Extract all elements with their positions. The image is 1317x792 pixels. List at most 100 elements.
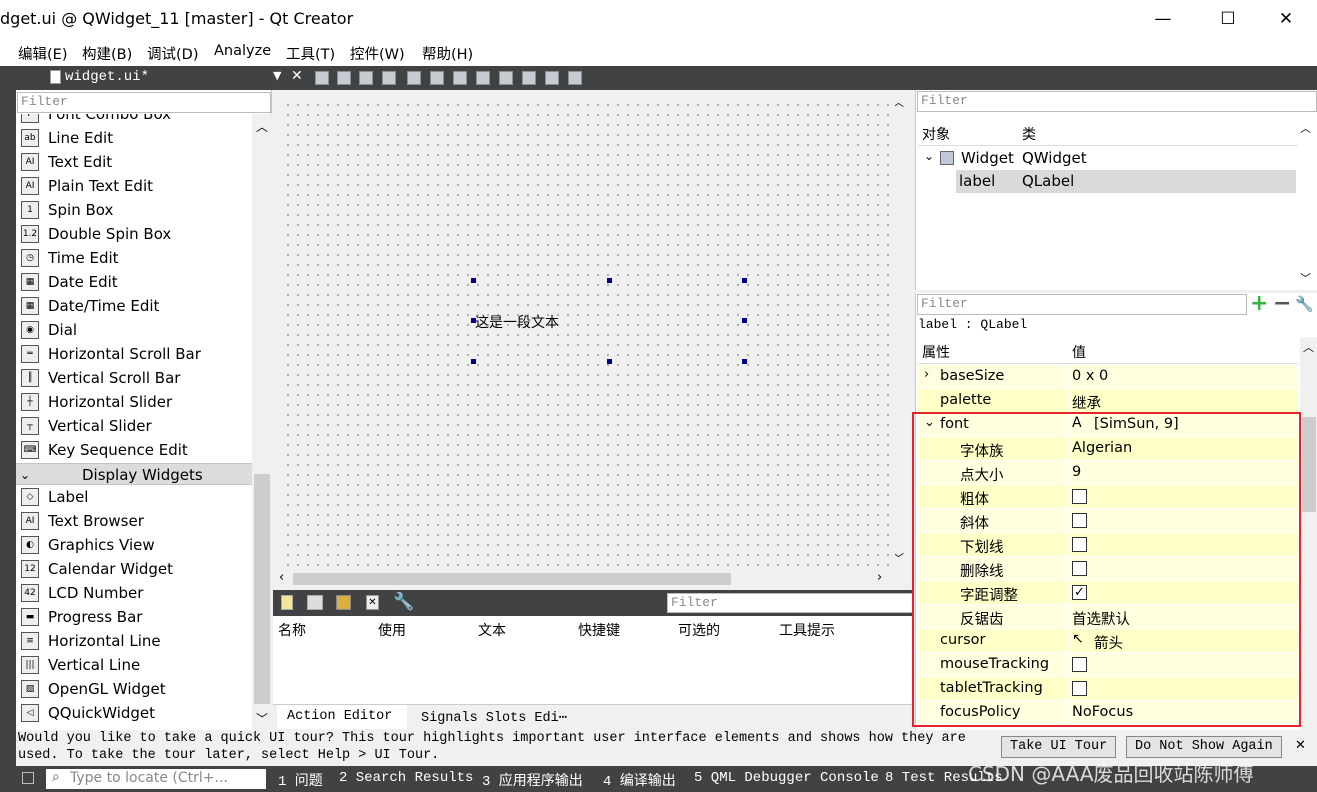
chevron-down-icon[interactable]: ⌄ xyxy=(924,149,934,163)
resize-handle[interactable] xyxy=(471,318,476,323)
resize-handle[interactable] xyxy=(471,359,476,364)
menu-help[interactable]: 帮助(H) xyxy=(422,43,473,64)
widget-item[interactable]: ◐ Graphics View xyxy=(20,533,252,557)
widget-item[interactable]: 1 Spin Box xyxy=(20,198,252,222)
scroll-right-icon[interactable]: › xyxy=(877,570,882,585)
wrench-icon[interactable]: 🔧 xyxy=(393,592,414,612)
widget-item[interactable]: AI Plain Text Edit xyxy=(20,174,252,198)
object-row-widget[interactable]: ⌄ Widget QWidget xyxy=(918,147,1298,170)
resize-handle[interactable] xyxy=(742,318,747,323)
scroll-left-icon[interactable]: ‹ xyxy=(279,570,284,585)
adjust-size-icon[interactable] xyxy=(568,71,582,85)
layout-horizontal-icon[interactable] xyxy=(407,71,421,85)
delete-action-icon[interactable]: ✕ xyxy=(366,595,379,610)
property-row[interactable]: › baseSize 0 x 0 xyxy=(918,365,1298,389)
take-ui-tour-button[interactable]: Take UI Tour xyxy=(1001,736,1117,758)
pane-app-output[interactable]: 3 应用程序输出 xyxy=(482,770,583,790)
paste-action-icon[interactable] xyxy=(336,595,351,610)
widget-filter-input[interactable]: Filter xyxy=(17,92,271,113)
property-filter-input[interactable]: Filter xyxy=(917,294,1247,315)
menu-debug[interactable]: 调试(D) xyxy=(147,43,198,64)
widget-item[interactable]: 12 Calendar Widget xyxy=(20,557,252,581)
property-value[interactable]: 0 x 0 xyxy=(1072,368,1108,384)
object-row-label[interactable]: label QLabel xyxy=(956,170,1296,193)
widget-item[interactable]: ◉ Dial xyxy=(20,318,252,342)
scrollbar-thumb[interactable] xyxy=(254,474,270,704)
widget-item[interactable]: AI Text Edit xyxy=(20,150,252,174)
chevron-down-icon[interactable]: ⌄ xyxy=(20,464,30,486)
edit-tab-order-icon[interactable] xyxy=(382,71,396,85)
menu-build[interactable]: 构建(B) xyxy=(82,43,132,64)
column-used[interactable]: 使用 xyxy=(378,620,406,640)
property-row[interactable]: palette 继承 xyxy=(918,389,1298,413)
property-scrollbar[interactable]: ︿ xyxy=(1300,337,1317,730)
minimize-button[interactable]: — xyxy=(1140,6,1186,32)
widget-item[interactable]: ≡ Horizontal Line xyxy=(20,629,252,653)
widget-item[interactable]: ┼ Horizontal Slider xyxy=(20,390,252,414)
scroll-down-icon[interactable]: ﹀ xyxy=(256,710,268,727)
column-tooltip[interactable]: 工具提示 xyxy=(779,620,835,640)
widget-item[interactable]: ⌨ Key Sequence Edit xyxy=(20,438,252,462)
layout-v-splitter-icon[interactable] xyxy=(476,71,490,85)
resize-handle[interactable] xyxy=(607,278,612,283)
layout-h-splitter-icon[interactable] xyxy=(453,71,467,85)
tab-action-editor[interactable]: Action Editor xyxy=(277,705,407,729)
category-display-widgets[interactable]: ⌄ Display Widgets xyxy=(16,463,252,485)
menu-widgets[interactable]: 控件(W) xyxy=(350,43,405,64)
chevron-right-icon[interactable]: › xyxy=(924,367,929,382)
form-label[interactable]: 这是一段文本 xyxy=(475,312,559,332)
pane-compile-output[interactable]: 4 编译输出 xyxy=(603,770,676,790)
scrollbar-thumb[interactable] xyxy=(1302,417,1316,512)
toggle-sidebar-icon[interactable] xyxy=(22,772,34,784)
widget-item[interactable]: ◁ QQuickWidget xyxy=(20,701,252,725)
edit-widgets-icon[interactable] xyxy=(315,71,329,85)
widget-item[interactable]: ▦ Date/Time Edit xyxy=(20,294,252,318)
scroll-up-icon[interactable]: ︿ xyxy=(1300,120,1311,136)
layout-grid-icon[interactable] xyxy=(522,71,536,85)
widget-item[interactable]: ▬ Progress Bar xyxy=(20,605,252,629)
widget-item[interactable]: 42 LCD Number xyxy=(20,581,252,605)
scroll-down-icon[interactable]: ﹀ xyxy=(1300,270,1311,286)
widget-item[interactable]: ▦ Date Edit xyxy=(20,270,252,294)
column-value[interactable]: 值 xyxy=(1072,342,1086,362)
widget-item[interactable]: F Font Combo Box xyxy=(20,114,252,126)
widget-item[interactable]: ┬ Vertical Slider xyxy=(20,414,252,438)
widget-item[interactable]: ◷ Time Edit xyxy=(20,246,252,270)
action-filter-input[interactable]: Filter xyxy=(667,593,913,613)
menu-tools[interactable]: 工具(T) xyxy=(286,43,335,64)
do-not-show-again-button[interactable]: Do Not Show Again xyxy=(1126,736,1282,758)
hscroll-thumb[interactable] xyxy=(293,573,731,585)
widget-item[interactable]: ▧ OpenGL Widget xyxy=(20,677,252,701)
wrench-icon[interactable]: 🔧 xyxy=(1295,295,1314,313)
column-property[interactable]: 属性 xyxy=(922,342,950,362)
layout-vertical-icon[interactable] xyxy=(430,71,444,85)
remove-property-icon[interactable]: − xyxy=(1273,291,1291,316)
file-tab[interactable]: widget.ui* xyxy=(65,69,149,85)
resize-handle[interactable] xyxy=(742,278,747,283)
column-checkable[interactable]: 可选的 xyxy=(678,620,720,640)
column-class[interactable]: 类 xyxy=(1022,124,1036,144)
pane-issues[interactable]: 1 问题 xyxy=(278,770,323,790)
object-filter-input[interactable]: Filter xyxy=(917,91,1317,112)
close-document-icon[interactable]: ✕ xyxy=(291,68,303,84)
widget-item[interactable]: ═ Horizontal Scroll Bar xyxy=(20,342,252,366)
column-object[interactable]: 对象 xyxy=(922,124,950,144)
widget-item[interactable]: AI Text Browser xyxy=(20,509,252,533)
copy-action-icon[interactable] xyxy=(307,595,323,610)
close-tour-icon[interactable]: ✕ xyxy=(1295,738,1306,753)
tab-signals-slots[interactable]: Signals Slots Edi⋯ xyxy=(421,709,567,726)
menu-edit[interactable]: 编辑(E) xyxy=(18,43,67,64)
chevron-down-icon[interactable]: ▼ xyxy=(273,69,281,82)
edit-buddies-icon[interactable] xyxy=(359,71,373,85)
break-layout-icon[interactable] xyxy=(545,71,559,85)
canvas-hscrollbar[interactable]: ‹ › xyxy=(273,570,893,588)
menu-analyze[interactable]: Analyze xyxy=(214,43,271,59)
layout-form-icon[interactable] xyxy=(499,71,513,85)
widget-item[interactable]: ||| Vertical Line xyxy=(20,653,252,677)
widget-list-scrollbar[interactable]: ︿ ﹀ xyxy=(252,114,272,730)
widget-item[interactable]: ◇ Label xyxy=(20,485,252,509)
column-shortcut[interactable]: 快捷键 xyxy=(578,620,620,640)
widget-item[interactable]: ║ Vertical Scroll Bar xyxy=(20,366,252,390)
column-text[interactable]: 文本 xyxy=(478,620,506,640)
column-name[interactable]: 名称 xyxy=(278,620,306,640)
